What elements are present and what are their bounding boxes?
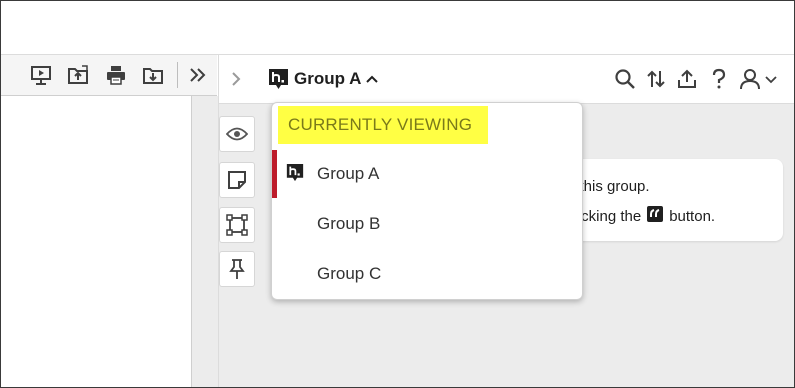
eye-icon [226, 127, 248, 141]
document-pane [1, 96, 192, 387]
download-icon [143, 68, 163, 84]
collapse-sidebar-button[interactable] [227, 69, 245, 89]
more-tools-button[interactable] [185, 63, 211, 87]
search-button[interactable] [613, 67, 637, 91]
help-button[interactable] [707, 67, 731, 91]
card-text-line2: clicking the button. [567, 206, 716, 226]
print-icon [107, 66, 125, 85]
annotate-quote-icon [647, 206, 664, 226]
group-menu-button[interactable]: Group A [269, 67, 379, 91]
show-highlights-button[interactable] [219, 116, 255, 152]
page-note-button[interactable] [219, 162, 255, 198]
sidebar-header: Group A [219, 55, 794, 104]
active-indicator [272, 150, 277, 198]
group-item-a[interactable]: Group A [272, 150, 582, 198]
pdf-toolbar [1, 55, 217, 96]
open-file-button[interactable] [65, 63, 91, 87]
toolbar-separator [177, 62, 178, 88]
pane-gutter [192, 96, 218, 387]
share-button[interactable] [675, 67, 699, 91]
share-icon [678, 69, 696, 88]
chevron-down-icon [765, 76, 777, 84]
pin-button[interactable] [219, 251, 255, 287]
note-icon [228, 171, 246, 189]
top-bar [1, 1, 794, 55]
print-button[interactable] [103, 63, 129, 87]
app-window: Group A n this group. clicking the butto… [0, 0, 795, 388]
group-item-c[interactable]: Group C [272, 250, 582, 298]
presentation-mode-icon [31, 66, 51, 85]
help-icon [712, 68, 726, 89]
chevron-right-icon [232, 72, 241, 86]
group-item-label: Group A [317, 164, 380, 183]
user-icon [740, 69, 760, 90]
more-tools-icon [190, 68, 206, 82]
open-file-icon [68, 65, 88, 84]
search-icon [615, 69, 635, 89]
group-item-label: Group B [317, 214, 381, 233]
hypothesis-logo-icon [269, 68, 288, 89]
group-item-label: Group C [317, 264, 382, 283]
user-menu-button[interactable] [738, 67, 778, 91]
pin-icon [229, 259, 245, 279]
download-button[interactable] [140, 63, 166, 87]
group-menu-label: Group A [294, 69, 362, 88]
chevron-up-icon [366, 75, 379, 83]
group-dropdown: CURRENTLY VIEWING Group A Group B Group … [271, 102, 583, 300]
currently-viewing-heading: CURRENTLY VIEWING [278, 106, 488, 144]
sort-button[interactable] [644, 67, 668, 91]
selection-icon [226, 214, 248, 236]
sort-icon [647, 70, 665, 88]
presentation-mode-button[interactable] [28, 63, 54, 87]
select-region-button[interactable] [219, 207, 255, 243]
group-item-b[interactable]: Group B [272, 200, 582, 248]
hypothesis-logo-icon [286, 164, 304, 182]
